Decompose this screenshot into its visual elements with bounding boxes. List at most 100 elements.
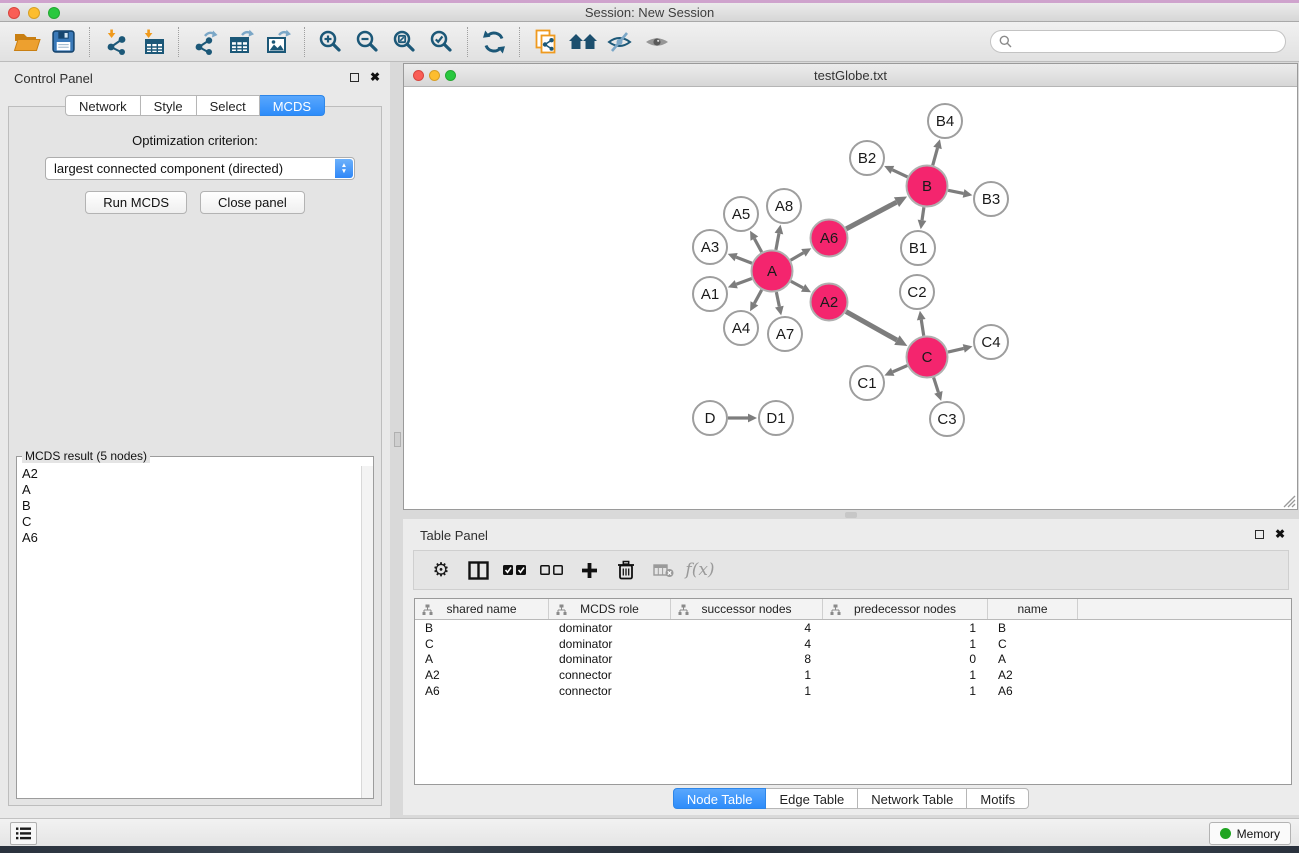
show-columns-icon[interactable] — [463, 555, 493, 585]
table-tab-network-table[interactable]: Network Table — [858, 788, 967, 809]
table-row[interactable]: Adominator80A — [415, 651, 1291, 667]
result-item[interactable]: A2 — [17, 466, 361, 482]
table-cell[interactable]: 1 — [671, 668, 823, 682]
delete-column-trash-icon[interactable] — [611, 555, 641, 585]
result-list-scrollbar[interactable] — [361, 466, 373, 798]
table-cell[interactable]: 1 — [823, 684, 988, 698]
add-column-plus-icon[interactable] — [574, 555, 604, 585]
table-cell[interactable]: dominator — [549, 652, 671, 666]
graph-edge[interactable] — [948, 348, 964, 352]
graph-edge[interactable] — [846, 202, 896, 229]
column-header-MCDS-role[interactable]: MCDS role — [549, 599, 671, 619]
column-header-predecessor-nodes[interactable]: predecessor nodes — [823, 599, 988, 619]
table-cell[interactable]: connector — [549, 684, 671, 698]
optimization-criterion-dropdown[interactable]: largest connected component (directed) ▲… — [45, 157, 355, 180]
mcds-result-list[interactable]: A2ABCA6 — [17, 466, 361, 798]
task-history-list-button[interactable] — [10, 822, 37, 845]
table-cell[interactable]: A2 — [988, 668, 1078, 682]
apply-layout-icon[interactable] — [475, 26, 512, 58]
column-header-name[interactable]: name — [988, 599, 1078, 619]
table-row[interactable]: Bdominator41B — [415, 620, 1291, 636]
import-table-icon[interactable] — [134, 26, 171, 58]
float-panel-icon[interactable] — [350, 73, 359, 82]
import-network-icon[interactable] — [97, 26, 134, 58]
search-input[interactable] — [1018, 35, 1277, 49]
column-header-successor-nodes[interactable]: successor nodes — [671, 599, 823, 619]
graph-edge[interactable] — [736, 278, 752, 284]
graph-edge[interactable] — [776, 292, 779, 307]
table-cell[interactable]: 8 — [671, 652, 823, 666]
table-cell[interactable]: A6 — [988, 684, 1078, 698]
tab-network[interactable]: Network — [65, 95, 141, 116]
graph-edge[interactable] — [893, 366, 908, 372]
table-cell[interactable]: 1 — [671, 684, 823, 698]
save-session-icon[interactable] — [45, 26, 82, 58]
toolbar-search-field[interactable] — [990, 30, 1286, 53]
table-cell[interactable]: connector — [549, 668, 671, 682]
graph-edge[interactable] — [776, 234, 779, 250]
table-tab-node-table[interactable]: Node Table — [673, 788, 767, 809]
zoom-fit-icon[interactable] — [386, 26, 423, 58]
result-item[interactable]: B — [17, 498, 361, 514]
table-settings-gear-icon[interactable]: ⚙ — [426, 555, 456, 585]
graph-edge[interactable] — [791, 253, 804, 260]
result-item[interactable]: A6 — [17, 530, 361, 546]
table-tab-edge-table[interactable]: Edge Table — [766, 788, 858, 809]
table-tab-motifs[interactable]: Motifs — [967, 788, 1029, 809]
window-resize-grip[interactable] — [1280, 492, 1296, 508]
graph-edge[interactable] — [791, 281, 803, 288]
graph-edge[interactable] — [892, 170, 907, 177]
open-file-icon[interactable] — [8, 26, 45, 58]
graph-edge[interactable] — [934, 377, 939, 392]
new-network-from-selection-icon[interactable] — [527, 26, 564, 58]
table-row[interactable]: A2connector11A2 — [415, 667, 1291, 683]
export-network-icon[interactable] — [186, 26, 223, 58]
table-cell[interactable]: 1 — [823, 668, 988, 682]
graph-edge[interactable] — [754, 290, 761, 304]
table-cell[interactable]: A — [988, 652, 1078, 666]
table-cell[interactable]: 1 — [823, 621, 988, 635]
graph-edge[interactable] — [846, 312, 897, 341]
export-image-icon[interactable] — [260, 26, 297, 58]
graph-edge[interactable] — [736, 257, 752, 263]
network-window-titlebar[interactable]: testGlobe.txt — [404, 64, 1297, 87]
table-cell[interactable]: A2 — [415, 668, 549, 682]
table-row[interactable]: A6connector11A6 — [415, 683, 1291, 699]
tab-select[interactable]: Select — [197, 95, 260, 116]
table-cell[interactable]: C — [988, 637, 1078, 651]
network-canvas[interactable]: AA1A3A4A5A7A8A6A2BB1B2B3B4CC1C2C3C4DD1 — [404, 88, 1297, 510]
zoom-selected-icon[interactable] — [423, 26, 460, 58]
table-cell[interactable]: 1 — [823, 637, 988, 651]
zoom-in-icon[interactable] — [312, 26, 349, 58]
table-cell[interactable]: dominator — [549, 637, 671, 651]
result-item[interactable]: A — [17, 482, 361, 498]
table-cell[interactable]: 4 — [671, 621, 823, 635]
hide-selected-eye-slash-icon[interactable] — [601, 26, 638, 58]
close-panel-button[interactable]: Close panel — [200, 191, 305, 214]
deselect-all-checkboxes-icon[interactable] — [537, 555, 567, 585]
table-cell[interactable]: A — [415, 652, 549, 666]
table-cell[interactable]: A6 — [415, 684, 549, 698]
table-cell[interactable]: C — [415, 637, 549, 651]
table-cell[interactable]: B — [988, 621, 1078, 635]
graph-edge[interactable] — [933, 148, 938, 165]
tab-mcds[interactable]: MCDS — [260, 95, 325, 116]
select-all-checkboxes-icon[interactable] — [500, 555, 530, 585]
memory-button[interactable]: Memory — [1209, 822, 1291, 845]
graph-edge[interactable] — [921, 320, 923, 336]
zoom-out-icon[interactable] — [349, 26, 386, 58]
table-cell[interactable]: B — [415, 621, 549, 635]
table-cell[interactable]: 0 — [823, 652, 988, 666]
close-panel-icon[interactable]: ✖ — [370, 71, 380, 83]
table-cell[interactable]: 4 — [671, 637, 823, 651]
graph-edge[interactable] — [754, 239, 761, 253]
export-table-icon[interactable] — [223, 26, 260, 58]
show-all-eye-icon[interactable] — [638, 26, 675, 58]
table-row[interactable]: Cdominator41C — [415, 636, 1291, 652]
run-mcds-button[interactable]: Run MCDS — [85, 191, 187, 214]
graph-edge[interactable] — [948, 190, 963, 193]
table-cell[interactable]: dominator — [549, 621, 671, 635]
horizontal-splitter-handle[interactable] — [845, 512, 857, 518]
graph-edge[interactable] — [922, 207, 924, 220]
tab-style[interactable]: Style — [141, 95, 197, 116]
